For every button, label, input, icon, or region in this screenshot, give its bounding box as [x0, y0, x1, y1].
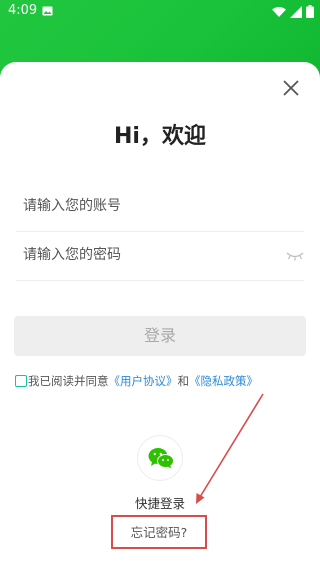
quick-login-label: 快捷登录 [134, 496, 185, 511]
account-field[interactable] [16, 183, 304, 232]
login-button[interactable]: 登录 [14, 316, 306, 356]
wifi-icon [272, 6, 286, 17]
password-input[interactable] [16, 232, 273, 278]
account-input[interactable] [16, 183, 273, 229]
agreement-and: 和 [177, 374, 190, 388]
eye-closed-icon[interactable] [286, 250, 304, 262]
close-icon[interactable] [280, 77, 302, 99]
wechat-login-button[interactable] [137, 435, 183, 481]
status-bar: 4:09 [0, 0, 320, 24]
status-time: 4:09 [8, 3, 38, 18]
image-icon [42, 6, 53, 16]
agreement-row: 我已阅读并同意 《用户协议》 和 《隐私政策》 [15, 373, 258, 389]
forgot-password-link[interactable]: 忘记密码? [111, 522, 207, 541]
agreement-checkbox[interactable] [15, 375, 27, 387]
user-agreement-link[interactable]: 《用户协议》 [109, 373, 178, 389]
password-field[interactable] [16, 232, 304, 281]
signal-icon [290, 5, 302, 18]
privacy-policy-link[interactable]: 《隐私政策》 [189, 373, 258, 389]
page-title: Hi，欢迎 [114, 124, 206, 149]
battery-icon [306, 5, 314, 18]
wechat-icon [148, 448, 174, 469]
agreement-prefix: 我已阅读并同意 [28, 374, 109, 388]
